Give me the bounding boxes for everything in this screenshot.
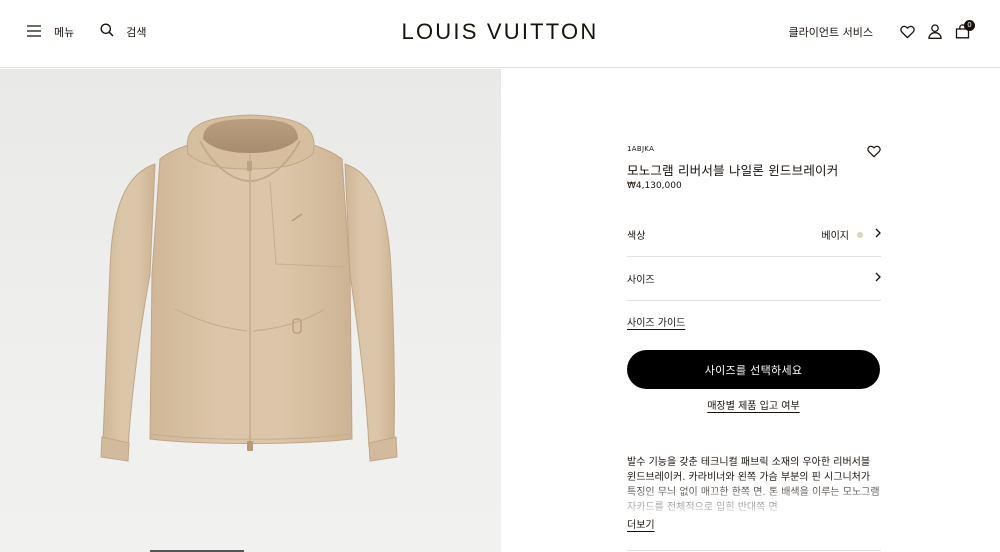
product-sku: 1ABJKA bbox=[627, 145, 655, 153]
shopping-bag-icon[interactable]: 0 bbox=[955, 20, 975, 40]
product-image bbox=[100, 114, 398, 462]
color-selector[interactable]: 색상 베이지 bbox=[627, 213, 881, 257]
product-image-panel[interactable] bbox=[0, 69, 501, 552]
read-more-link[interactable]: 더보기 bbox=[627, 516, 655, 531]
color-value: 베이지 bbox=[821, 231, 849, 242]
divider bbox=[627, 550, 881, 551]
product-name: 모노그램 리버서블 나일론 윈드브레이커 bbox=[627, 163, 839, 178]
chevron-right-icon bbox=[875, 272, 881, 285]
size-label: 사이즈 bbox=[627, 275, 655, 286]
select-size-button[interactable]: 사이즈를 선택하세요 bbox=[627, 350, 880, 389]
color-label: 색상 bbox=[627, 231, 646, 242]
product-description: 발수 기능을 갖춘 테크니컬 패브릭 소재의 우아한 리버서블 윈드브레이커. … bbox=[627, 457, 880, 513]
site-header: 메뉴 검색 LOUIS VUITTON 클라이언트 서비스 0 bbox=[0, 0, 1000, 68]
color-swatch bbox=[857, 231, 863, 238]
wishlist-icon[interactable] bbox=[900, 24, 915, 40]
product-price: ₩4,130,000 bbox=[627, 181, 682, 191]
account-icon[interactable] bbox=[928, 24, 942, 40]
store-availability-link[interactable]: 매장별 제품 입고 여부 bbox=[627, 397, 880, 412]
size-guide-link[interactable]: 사이즈 가이드 bbox=[627, 314, 685, 329]
chevron-right-icon bbox=[875, 228, 881, 241]
cart-count-badge: 0 bbox=[964, 20, 975, 31]
client-service-link[interactable]: 클라이언트 서비스 bbox=[789, 24, 873, 40]
product-wishlist-icon[interactable] bbox=[867, 143, 881, 162]
header-right: 클라이언트 서비스 0 bbox=[789, 20, 975, 40]
size-selector[interactable]: 사이즈 bbox=[627, 257, 881, 301]
